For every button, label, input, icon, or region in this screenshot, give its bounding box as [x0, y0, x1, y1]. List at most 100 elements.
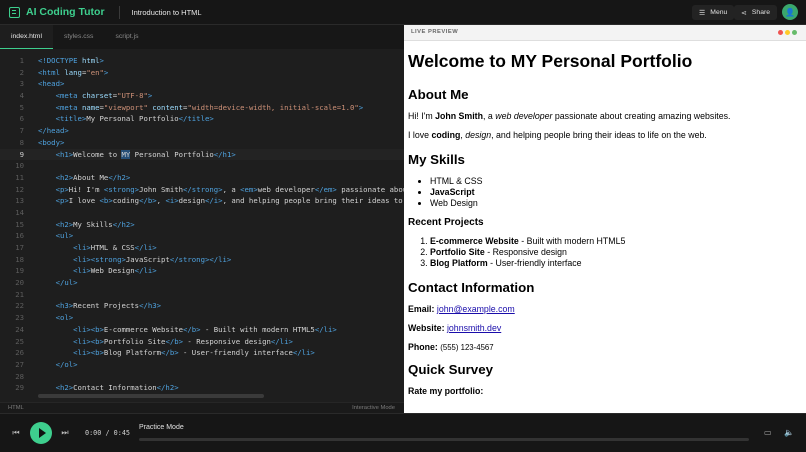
line-number: 3 — [19, 79, 24, 89]
website-link[interactable]: johnsmith.dev — [447, 323, 501, 333]
list-item: Blog Platform - User-friendly interface — [430, 258, 802, 269]
code-line[interactable]: 7 </head> — [0, 125, 404, 137]
red-dot-icon — [778, 30, 783, 35]
code-line[interactable]: 1 <!DOCTYPE html> — [0, 55, 404, 67]
line-number: 1 — [19, 56, 24, 65]
tab-index-html[interactable]: index.html — [0, 25, 53, 49]
progress-track[interactable] — [139, 438, 749, 441]
line-number: 8 — [19, 137, 24, 147]
line-number: 4 — [19, 91, 24, 101]
code-text: <li><b>Portfolio Site</b> - Responsive d… — [73, 336, 293, 346]
menu-button[interactable]: ☰ Menu — [692, 5, 735, 20]
code-text: <li><b>Blog Platform</b> - User-friendly… — [73, 348, 315, 358]
page-heading: Welcome to MY Personal Portfolio — [408, 51, 693, 71]
code-text: <title>My Personal Portfolio</title> — [55, 114, 214, 124]
code-area[interactable]: 1 <!DOCTYPE html> 2 <html lang="en"> 3 <head>… — [0, 55, 404, 394]
code-line[interactable]: 24 <li><b>E-commerce Website</b> - Built… — [0, 324, 404, 336]
code-line[interactable]: 14 — [0, 207, 404, 219]
email-link[interactable]: john@example.com — [437, 304, 515, 314]
code-line[interactable]: 5 <meta name="viewport" content="width=d… — [0, 102, 404, 114]
top-bar: AI Coding Tutor Introduction to HTML ☰ Me… — [0, 0, 806, 25]
line-number: 18 — [15, 254, 24, 264]
code-text: <ol> — [55, 313, 74, 323]
line-number: 28 — [15, 371, 24, 381]
code-line[interactable]: 16 <ul> — [0, 230, 404, 242]
code-line[interactable]: 6 <title>My Personal Portfolio</title> — [0, 113, 404, 125]
play-button[interactable] — [30, 422, 52, 444]
skip-back-icon[interactable]: ⏮ — [11, 428, 21, 438]
playback-time: 0:00 / 0:45 — [85, 429, 131, 437]
line-number: 26 — [15, 348, 24, 358]
code-text: <meta name="viewport" content="width=dev… — [55, 102, 364, 112]
code-line[interactable]: 19 <li>Web Design</li> — [0, 265, 404, 277]
share-button[interactable]: ⋖ Share — [734, 5, 778, 20]
preview-title: LIVE PREVIEW — [411, 29, 459, 35]
tab-script-js[interactable]: script.js — [104, 25, 149, 49]
skip-forward-icon[interactable]: ⏭ — [60, 428, 70, 438]
website-row: Website: johnsmith.dev — [408, 322, 502, 333]
skills-heading: My Skills — [408, 151, 465, 167]
share-icon: ⋖ — [741, 9, 747, 17]
code-text: <ul> — [55, 231, 74, 241]
code-line[interactable]: 3 <head> — [0, 78, 404, 90]
code-line[interactable]: 26 <li><b>Blog Platform</b> - User-frien… — [0, 347, 404, 359]
list-item: Web Design — [430, 198, 802, 209]
preview-body: Welcome to MY Personal Portfolio About M… — [408, 51, 802, 405]
code-line[interactable]: 2 <html lang="en"> — [0, 67, 404, 79]
list-item: HTML & CSS — [430, 176, 802, 187]
horizontal-scrollbar[interactable] — [38, 394, 264, 398]
user-icon: 👤 — [785, 7, 795, 17]
divider — [118, 5, 120, 19]
code-line[interactable]: 22 <h3>Recent Projects</h3> — [0, 300, 404, 312]
code-line[interactable]: 4 <meta charset="UTF-8"> — [0, 90, 404, 102]
code-text: <h1>Welcome to MY Personal Portfolio</h1… — [55, 149, 236, 159]
code-line[interactable]: 27 </ol> — [0, 359, 404, 371]
code-line[interactable]: 13 <p>I love <b>coding</b>, <i>design</i… — [0, 195, 404, 207]
code-line[interactable]: 11 <h2>About Me</h2> — [0, 172, 404, 184]
language-indicator: HTML — [8, 405, 24, 411]
tab-styles-css[interactable]: styles.css — [53, 25, 104, 49]
practice-mode-label: Practice Mode — [139, 424, 184, 431]
line-number: 14 — [15, 207, 24, 217]
code-line[interactable]: 28 — [0, 371, 404, 383]
code-text: <li>HTML & CSS</li> — [73, 243, 157, 252]
code-window-icon — [9, 6, 20, 18]
survey-heading: Quick Survey — [408, 361, 493, 377]
line-number: 11 — [15, 172, 24, 182]
code-line[interactable]: 25 <li><b>Portfolio Site</b> - Responsiv… — [0, 336, 404, 348]
line-number: 24 — [15, 324, 24, 334]
yellow-dot-icon — [785, 30, 790, 35]
code-line[interactable]: 12 <p>Hi! I'm <strong>John Smith</strong… — [0, 184, 404, 196]
list-item: E-commerce Website - Built with modern H… — [430, 236, 802, 247]
code-line[interactable]: 17 <li>HTML & CSS</li> — [0, 242, 404, 254]
code-line[interactable]: 23 <ol> — [0, 312, 404, 324]
code-text: <p>Hi! I'm <strong>John Smith</strong>, … — [55, 184, 404, 194]
code-line[interactable]: 20 </ul> — [0, 277, 404, 289]
line-number: 12 — [15, 184, 24, 194]
code-line[interactable]: 9 <h1>Welcome to MY Personal Portfolio</… — [0, 148, 404, 161]
code-line[interactable]: 18 <li><strong>JavaScript</strong></li> — [0, 254, 404, 266]
phone-row: Phone: (555) 123-4567 — [408, 341, 494, 352]
volume-icon[interactable]: 🔈 — [784, 428, 794, 437]
line-number: 13 — [15, 196, 24, 206]
code-text: <p>I love <b>coding</b>, <i>design</i>, … — [55, 196, 403, 206]
code-text: <head> — [38, 79, 65, 89]
code-text: <li><b>E-commerce Website</b> - Built wi… — [73, 324, 337, 334]
code-line[interactable]: 15 <h2>My Skills</h2> — [0, 219, 404, 231]
line-number: 22 — [15, 301, 24, 311]
line-number: 21 — [15, 289, 24, 299]
code-line[interactable]: 8 <body> — [0, 137, 404, 149]
list-item: Portfolio Site - Responsive design — [430, 247, 802, 258]
list-item: JavaScript — [430, 187, 802, 198]
captions-icon[interactable]: ▭ — [764, 428, 772, 437]
code-line[interactable]: 21 — [0, 289, 404, 301]
live-preview: LIVE PREVIEW Welcome to MY Personal Port… — [404, 25, 806, 413]
user-avatar[interactable]: 👤 — [782, 4, 798, 20]
code-line[interactable]: 10 — [0, 160, 404, 172]
line-number: 9 — [19, 149, 24, 159]
code-text: <body> — [38, 137, 65, 147]
brand[interactable]: AI Coding Tutor — [9, 6, 105, 18]
code-text: </ol> — [55, 359, 78, 369]
line-number: 19 — [15, 266, 24, 276]
code-line[interactable]: 29 <h2>Contact Information</h2> — [0, 382, 404, 394]
